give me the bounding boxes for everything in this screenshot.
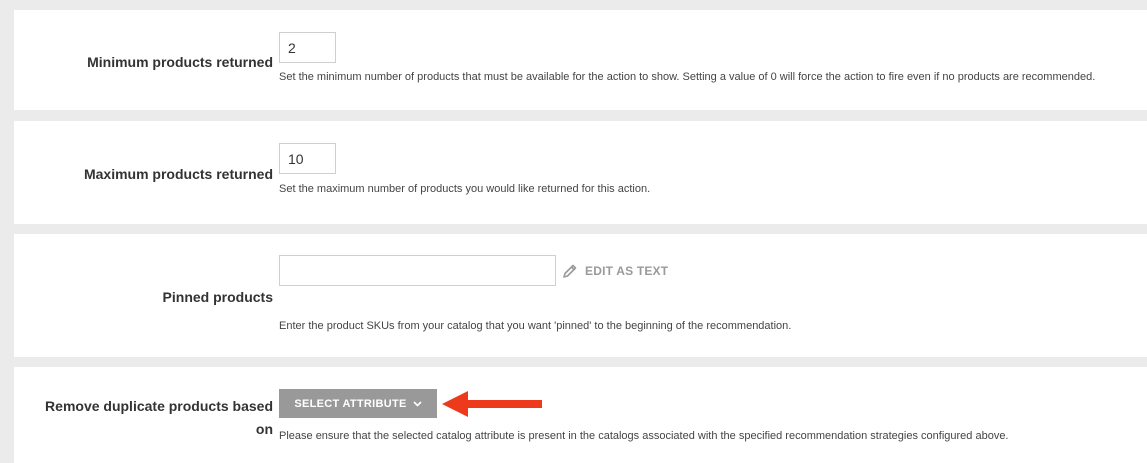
max-products-help: Set the maximum number of products you w… bbox=[279, 183, 651, 195]
min-products-label: Minimum products returned bbox=[87, 54, 273, 70]
remove-duplicates-panel: Remove duplicate products based on SELEC… bbox=[14, 367, 1147, 463]
edit-as-text-label: EDIT AS TEXT bbox=[585, 264, 669, 278]
edit-as-text-link[interactable]: EDIT AS TEXT bbox=[562, 263, 668, 279]
red-arrow-icon bbox=[442, 390, 544, 423]
pencil-icon bbox=[562, 263, 578, 279]
min-products-input[interactable] bbox=[279, 32, 336, 63]
remove-duplicates-label: Remove duplicate products based on bbox=[45, 398, 273, 437]
remove-duplicates-help: Please ensure that the selected catalog … bbox=[279, 430, 1009, 442]
pinned-products-label: Pinned products bbox=[162, 289, 273, 305]
max-products-label: Maximum products returned bbox=[83, 166, 273, 182]
select-attribute-label: SELECT ATTRIBUTE bbox=[294, 397, 407, 410]
min-products-help: Set the minimum number of products that … bbox=[279, 71, 1096, 83]
max-products-panel: Maximum products returned Set the maximu… bbox=[14, 121, 1147, 224]
pinned-products-input[interactable] bbox=[279, 255, 556, 286]
pinned-products-help: Enter the product SKUs from your catalog… bbox=[279, 320, 792, 332]
select-attribute-button[interactable]: SELECT ATTRIBUTE bbox=[279, 389, 437, 418]
min-products-panel: Minimum products returned Set the minimu… bbox=[14, 10, 1147, 110]
max-products-input[interactable] bbox=[279, 143, 336, 174]
pinned-products-panel: Pinned products EDIT AS TEXT Enter the p… bbox=[14, 234, 1147, 357]
chevron-down-icon bbox=[413, 400, 422, 407]
